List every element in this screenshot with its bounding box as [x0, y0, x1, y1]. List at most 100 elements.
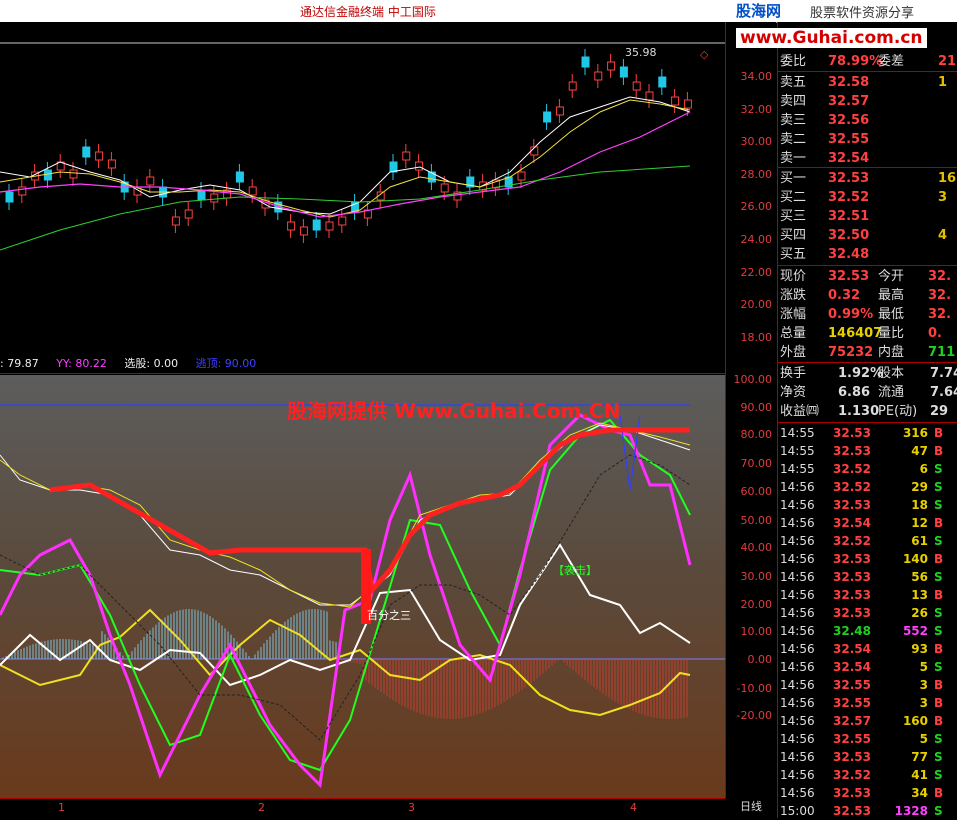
stat-label: PE(动) [878, 404, 918, 419]
stat-value: 1.92% [838, 366, 884, 381]
tick-time: 14:55 [780, 426, 815, 440]
tick-time: 14:56 [780, 570, 815, 584]
site-logo-subtitle: 股票软件资源分享 [810, 6, 915, 21]
tick-price: 32.53 [833, 606, 871, 620]
bid-row[interactable]: 买三 32.51 [778, 207, 957, 226]
stat-label: 收益㈣ [780, 404, 820, 419]
candle-body [197, 189, 206, 201]
window-title: 通达信金融终端 中工国际 [300, 5, 436, 19]
tick-row: 14:55 32.53 47 B [778, 442, 957, 460]
tick-time: 14:56 [780, 516, 815, 530]
stat-label: 最低 [878, 307, 905, 322]
candle-body [389, 161, 398, 173]
tick-flag: B [934, 714, 944, 728]
price-tick: 20.00 [740, 298, 773, 311]
tick-row: 14:55 32.53 316 B [778, 424, 957, 442]
tick-time: 14:56 [780, 552, 815, 566]
stat-label: 最高 [878, 288, 905, 303]
watermark-text: 股海网提供 Www.Guhai.Com.CN [287, 399, 621, 423]
tick-volume: 140 [902, 552, 928, 566]
tick-row: 14:56 32.57 160 B [778, 712, 957, 730]
tick-row: 14:56 32.53 140 B [778, 550, 957, 568]
candle-body [312, 219, 321, 231]
ask-price: 32.58 [828, 75, 870, 90]
xx-value: : 79.87 [0, 357, 39, 370]
tick-row: 14:56 32.52 61 S [778, 532, 957, 550]
line-b [0, 422, 691, 608]
osc-tick: 40.00 [740, 541, 773, 554]
bid-label: 买三 [780, 209, 807, 224]
bid-row[interactable]: 买二 32.52 3 [778, 188, 957, 207]
tick-flag: S [934, 804, 943, 818]
oscillator-chart[interactable]: 百分之三 【袭击】 [0, 375, 725, 798]
tick-time: 15:00 [780, 804, 815, 818]
tick-volume: 29 [911, 480, 928, 494]
bid-label: 买四 [780, 228, 807, 243]
tick-row: 15:00 32.53 1328 S [778, 802, 957, 820]
price-tick: 34.00 [740, 70, 773, 83]
tick-price: 32.54 [833, 516, 871, 530]
tick-time: 14:56 [780, 624, 815, 638]
ask-row[interactable]: 卖四 32.57 [778, 92, 957, 111]
ask-row[interactable]: 卖二 32.55 [778, 130, 957, 149]
price-tick: 18.00 [740, 331, 773, 344]
tick-flag: B [934, 678, 944, 692]
stat-label: 净资 [780, 385, 807, 400]
tick-row: 14:56 32.54 5 S [778, 658, 957, 676]
tick-row: 14:56 32.54 12 B [778, 514, 957, 532]
candle-body [338, 216, 347, 226]
bid-row[interactable]: 买五 32.48 [778, 245, 957, 264]
separator [778, 265, 957, 266]
tick-flag: B [934, 516, 944, 530]
tick-time: 14:56 [780, 714, 815, 728]
period-button[interactable]: 日线 [726, 798, 776, 818]
stat-value: 0.99% [828, 307, 874, 322]
tick-flag: S [934, 732, 943, 746]
tick-time: 14:56 [780, 534, 815, 548]
ask-price: 32.57 [828, 94, 870, 109]
tick-volume: 5 [919, 660, 928, 674]
stat-row: 总量 146407 量比 0. [778, 324, 957, 343]
tick-row: 14:55 32.52 6 S [778, 460, 957, 478]
bid-volume: 16 [938, 171, 957, 186]
stat-value: 1.130 [838, 404, 880, 419]
candle-body [171, 216, 180, 226]
tick-price: 32.54 [833, 660, 871, 674]
tick-price: 32.57 [833, 714, 871, 728]
osc-tick: 60.00 [740, 485, 773, 498]
candle-body [107, 159, 116, 169]
stat-value: 6.86 [838, 385, 871, 400]
bid-price: 32.48 [828, 247, 870, 262]
tick-flag: S [934, 660, 943, 674]
indicator-bar: : 79.87 YY: 80.22 选股: 0.00 逃顶: 90.00 [0, 355, 725, 373]
ask-row[interactable]: 卖一 32.54 [778, 149, 957, 168]
stat-row: 换手 1.92% 股本 7.74 [778, 364, 957, 383]
ask-row[interactable]: 卖五 32.58 1 [778, 73, 957, 92]
tick-volume: 552 [902, 624, 928, 638]
stat-label: 换手 [780, 366, 807, 381]
tick-volume: 34 [911, 786, 928, 800]
close-icon[interactable]: ◇ [700, 48, 708, 61]
tick-time: 14:56 [780, 786, 815, 800]
bid-row[interactable]: 买四 32.50 4 [778, 226, 957, 245]
stat-value: 7.64 [930, 385, 957, 400]
price-tick: 28.00 [740, 168, 773, 181]
ask-label: 卖三 [780, 113, 807, 128]
tick-price: 32.53 [833, 444, 871, 458]
tick-volume: 316 [902, 426, 928, 440]
tick-volume: 61 [911, 534, 928, 548]
candle-body [248, 186, 257, 196]
ask-row[interactable]: 卖三 32.56 [778, 111, 957, 130]
bid-row[interactable]: 买一 32.53 16 [778, 169, 957, 188]
tick-volume: 5 [919, 732, 928, 746]
tick-volume: 13 [911, 588, 928, 602]
kline-chart[interactable]: 35.98 ◇ [0, 22, 725, 355]
candle-body [5, 191, 14, 203]
yy-value: YY: 80.22 [56, 357, 107, 370]
tick-price: 32.53 [833, 498, 871, 512]
candle-body [415, 161, 424, 171]
stat-row: 外盘 75232 内盘 711 [778, 343, 957, 362]
bid-label: 买五 [780, 247, 807, 262]
weicha-value: 21 [938, 54, 957, 69]
osc-tick: 50.00 [740, 514, 773, 527]
